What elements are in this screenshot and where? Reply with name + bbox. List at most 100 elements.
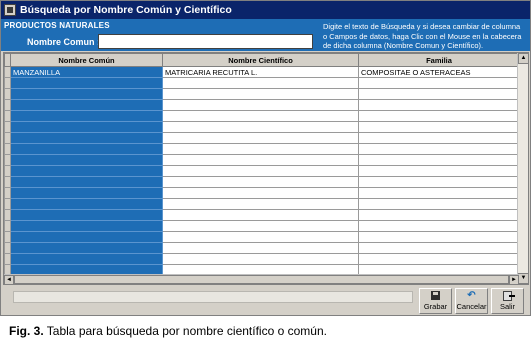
search-label: Nombre Comun : [27, 37, 100, 47]
cell-nombre-comun[interactable] [10, 121, 163, 133]
table-row[interactable] [4, 143, 520, 155]
scroll-thumb[interactable] [14, 275, 509, 284]
cell-familia[interactable] [358, 187, 520, 199]
save-button[interactable]: Grabar [419, 288, 452, 314]
cell-nombre-cientifico[interactable] [162, 132, 359, 144]
cancel-button[interactable]: ↶ Cancelar [455, 288, 488, 314]
cell-nombre-comun[interactable] [10, 242, 163, 254]
cell-nombre-comun[interactable] [10, 88, 163, 100]
cell-nombre-cientifico[interactable] [162, 154, 359, 166]
table-row[interactable] [4, 132, 520, 144]
cell-familia[interactable] [358, 143, 520, 155]
cell-nombre-cientifico[interactable] [162, 121, 359, 133]
cell-nombre-comun[interactable] [10, 143, 163, 155]
cell-nombre-comun[interactable] [10, 209, 163, 221]
cell-nombre-cientifico[interactable] [162, 253, 359, 265]
undo-icon: ↶ [467, 290, 476, 301]
scroll-up-icon[interactable]: ▲ [518, 53, 528, 64]
table-row[interactable] [4, 165, 520, 177]
grid-header-row: Nombre Común Nombre Científico Familia [4, 53, 520, 67]
cell-familia[interactable] [358, 121, 520, 133]
cell-nombre-cientifico[interactable] [162, 143, 359, 155]
table-row[interactable] [4, 88, 520, 100]
section-title: PRODUCTOS NATURALES [4, 21, 110, 30]
table-row[interactable] [4, 99, 520, 111]
cell-nombre-cientifico[interactable] [162, 77, 359, 89]
cell-nombre-cientifico[interactable] [162, 187, 359, 199]
vertical-scrollbar[interactable]: ▲ ▼ [517, 53, 528, 284]
exit-button-label: Salir [499, 302, 515, 311]
cell-nombre-cientifico[interactable]: MATRICARIA RECUTITA L. [162, 66, 359, 78]
table-row[interactable] [4, 209, 520, 221]
cell-nombre-comun[interactable] [10, 253, 163, 265]
table-row[interactable] [4, 253, 520, 265]
cell-nombre-cientifico[interactable] [162, 165, 359, 177]
table-row[interactable] [4, 110, 520, 122]
table-row[interactable] [4, 231, 520, 243]
cell-nombre-comun[interactable] [10, 198, 163, 210]
table-row[interactable] [4, 154, 520, 166]
cell-nombre-comun[interactable] [10, 154, 163, 166]
cell-familia[interactable] [358, 242, 520, 254]
cell-nombre-cientifico[interactable] [162, 198, 359, 210]
scroll-right-icon[interactable]: ► [509, 275, 519, 284]
column-header-nombre-comun[interactable]: Nombre Común [10, 53, 163, 67]
cell-familia[interactable] [358, 209, 520, 221]
cell-nombre-cientifico[interactable] [162, 99, 359, 111]
cell-familia[interactable] [358, 198, 520, 210]
cell-familia[interactable] [358, 77, 520, 89]
cell-nombre-comun[interactable]: MANZANILLA [10, 66, 163, 78]
table-row[interactable] [4, 187, 520, 199]
status-bar [13, 291, 413, 303]
cell-familia[interactable] [358, 132, 520, 144]
caption-text: Tabla para búsqueda por nombre científic… [46, 324, 327, 338]
cell-nombre-cientifico[interactable] [162, 88, 359, 100]
scroll-left-icon[interactable]: ◄ [4, 275, 14, 284]
cell-nombre-comun[interactable] [10, 165, 163, 177]
help-text: Digite el texto de Búsqueda y si desea c… [323, 22, 522, 50]
table-row[interactable] [4, 176, 520, 188]
cell-familia[interactable] [358, 165, 520, 177]
horizontal-scrollbar[interactable]: ◄ ► [4, 274, 519, 284]
column-header-familia[interactable]: Familia [358, 53, 520, 67]
results-grid[interactable]: Nombre Común Nombre Científico Familia M… [3, 52, 529, 285]
cell-nombre-comun[interactable] [10, 132, 163, 144]
cell-nombre-comun[interactable] [10, 187, 163, 199]
cell-familia[interactable] [358, 88, 520, 100]
table-row[interactable] [4, 242, 520, 254]
cell-nombre-comun[interactable] [10, 77, 163, 89]
cell-nombre-comun[interactable] [10, 99, 163, 111]
cell-familia[interactable] [358, 154, 520, 166]
cell-nombre-comun[interactable] [10, 110, 163, 122]
table-row[interactable]: MANZANILLA MATRICARIA RECUTITA L. COMPOSIT… [4, 66, 520, 78]
cell-nombre-cientifico[interactable] [162, 110, 359, 122]
search-input[interactable] [98, 34, 313, 49]
cell-nombre-cientifico[interactable] [162, 220, 359, 232]
cell-familia[interactable] [358, 220, 520, 232]
cell-familia[interactable] [358, 99, 520, 111]
search-window: Búsqueda por Nombre Común y Científico P… [0, 0, 531, 316]
search-panel: PRODUCTOS NATURALES Nombre Comun : Digit… [1, 19, 530, 51]
table-row[interactable] [4, 121, 520, 133]
cell-familia[interactable] [358, 253, 520, 265]
column-header-nombre-cientifico[interactable]: Nombre Científico [162, 53, 359, 67]
table-row[interactable] [4, 220, 520, 232]
title-bar: Búsqueda por Nombre Común y Científico [1, 1, 530, 19]
cell-nombre-comun[interactable] [10, 231, 163, 243]
exit-button[interactable]: Salir [491, 288, 524, 314]
window-title: Búsqueda por Nombre Común y Científico [20, 4, 232, 16]
cell-familia[interactable] [358, 110, 520, 122]
cell-nombre-cientifico[interactable] [162, 209, 359, 221]
cell-nombre-cientifico[interactable] [162, 231, 359, 243]
floppy-disk-icon [420, 289, 451, 302]
cell-familia[interactable] [358, 231, 520, 243]
table-row[interactable] [4, 198, 520, 210]
cell-nombre-cientifico[interactable] [162, 242, 359, 254]
cell-nombre-comun[interactable] [10, 220, 163, 232]
cell-nombre-comun[interactable] [10, 176, 163, 188]
table-row[interactable] [4, 77, 520, 89]
cell-nombre-cientifico[interactable] [162, 176, 359, 188]
scroll-down-icon[interactable]: ▼ [518, 273, 528, 284]
cell-familia[interactable] [358, 176, 520, 188]
cell-familia[interactable]: COMPOSITAE O ASTERACEAS [358, 66, 520, 78]
